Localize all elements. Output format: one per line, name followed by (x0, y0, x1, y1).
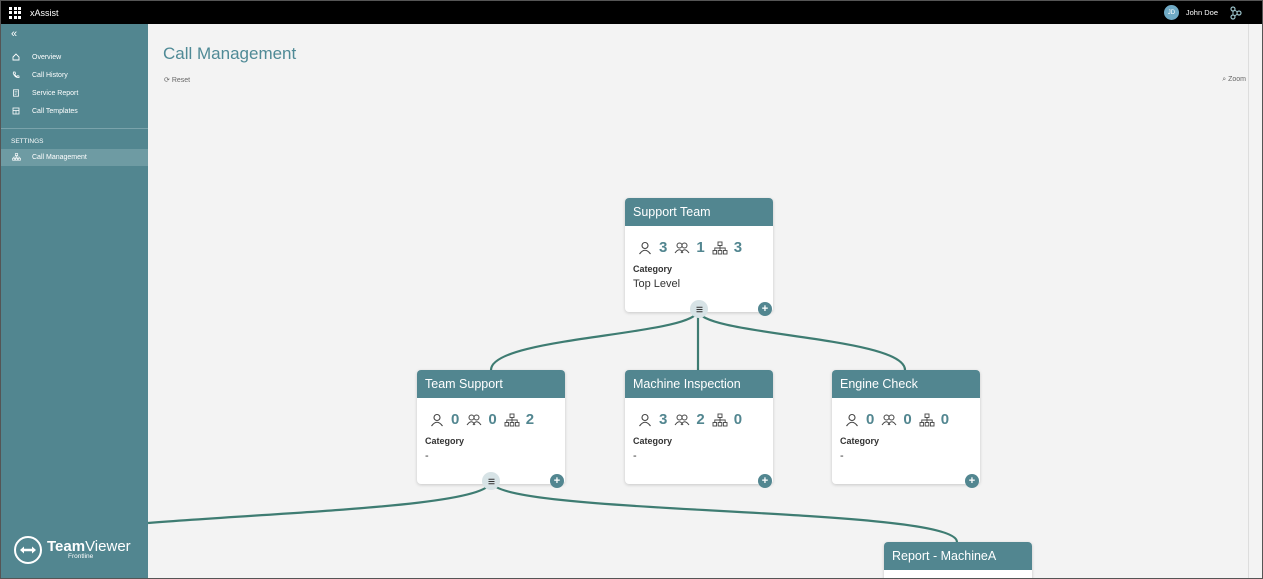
node-card-support-team[interactable]: Support Team 3 1 3 Category Top Level + (625, 198, 773, 316)
menu-icon (696, 306, 702, 312)
category-value: - (633, 450, 637, 462)
hierarchy-icon (504, 413, 520, 426)
users-count: 3 (659, 239, 668, 256)
add-child-button[interactable]: + (965, 474, 979, 488)
users-count: 0 (451, 411, 460, 428)
category-value: Top Level (633, 278, 681, 290)
add-child-button[interactable]: + (758, 302, 772, 316)
user-icon (639, 241, 651, 254)
subnodes-count: 0 (940, 411, 950, 428)
category-value: - (425, 450, 429, 462)
node-title[interactable]: Engine Check (832, 370, 980, 398)
groups-count: 1 (696, 239, 705, 256)
add-child-button[interactable]: + (550, 474, 564, 488)
groups-count: 2 (696, 411, 705, 428)
add-child-button[interactable]: + (758, 474, 772, 488)
subnodes-count: 0 (733, 411, 743, 428)
user-icon (639, 413, 651, 426)
node-stats: 0 0 0 (844, 411, 956, 428)
category-label: Category (425, 436, 465, 446)
connector-support-to-engine-check (696, 309, 907, 371)
node-title[interactable]: Machine Inspection (625, 370, 773, 398)
hierarchy-icon (919, 413, 935, 426)
user-icon (846, 413, 858, 426)
users-count: 3 (659, 411, 668, 428)
subnodes-count: 3 (733, 239, 743, 256)
group-icon (674, 414, 690, 425)
group-icon (674, 242, 690, 253)
users-count: 0 (866, 411, 875, 428)
node-title[interactable]: Report - MachineA (884, 542, 1032, 570)
groups-count: 0 (903, 411, 912, 428)
category-label: Category (633, 264, 673, 274)
category-label: Category (840, 436, 880, 446)
node-card-machine-inspection[interactable]: Machine Inspection 3 2 0 Category - + (625, 370, 773, 488)
node-stats: 0 0 2 (429, 411, 541, 428)
node-stats: 3 1 3 (637, 239, 749, 256)
connector-team-support-to-report (489, 480, 959, 543)
user-icon (431, 413, 443, 426)
category-value: - (840, 450, 844, 462)
subnodes-count: 2 (525, 411, 535, 428)
group-icon (881, 414, 897, 425)
connector-support-to-team-support (489, 309, 700, 371)
node-title[interactable]: Support Team (625, 198, 773, 226)
app-window: xAssist JD John Doe « Overview Call Hist… (1, 1, 1262, 578)
hierarchy-icon (712, 241, 728, 254)
node-stats: 3 2 0 (637, 411, 749, 428)
node-card-engine-check[interactable]: Engine Check 0 0 0 Category - + (832, 370, 980, 488)
node-card-report-machinea[interactable]: Report - MachineA (884, 542, 1032, 578)
connector-team-support-to-left (147, 480, 493, 525)
node-card-team-support[interactable]: Team Support 0 0 2 Category - + (417, 370, 565, 488)
expand-menu-button[interactable] (690, 300, 708, 318)
node-title[interactable]: Team Support (417, 370, 565, 398)
group-icon (466, 414, 482, 425)
menu-icon (488, 478, 494, 484)
right-edge (1248, 24, 1262, 578)
expand-menu-button[interactable] (482, 472, 500, 490)
hierarchy-icon (712, 413, 728, 426)
category-label: Category (633, 436, 673, 446)
groups-count: 0 (488, 411, 497, 428)
